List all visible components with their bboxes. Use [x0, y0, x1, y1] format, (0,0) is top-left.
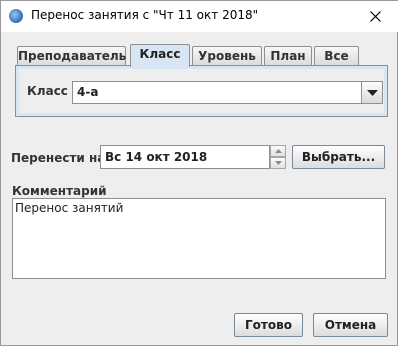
date-field[interactable]: Вс 14 окт 2018 [100, 145, 270, 169]
choose-date-button[interactable]: Выбрать... [292, 145, 385, 169]
comment-text: Перенос занятий [15, 201, 124, 215]
comment-label: Комментарий [12, 184, 107, 198]
comment-textarea[interactable]: Перенос занятий [12, 198, 386, 279]
tab-level[interactable]: Уровень [192, 46, 262, 66]
window-title: Перенос занятия с "Чт 11 окт 2018" [31, 8, 259, 22]
tab-class[interactable]: Класс [130, 44, 190, 67]
chevron-down-icon [367, 90, 378, 96]
triangle-up-icon [275, 149, 282, 153]
date-increment-button[interactable] [270, 145, 286, 157]
date-decrement-button[interactable] [270, 157, 286, 169]
close-button[interactable] [353, 1, 399, 32]
date-spinner [270, 145, 286, 169]
class-label: Класс [27, 84, 68, 98]
class-select[interactable]: 4-а [72, 81, 383, 104]
reschedule-label: Перенести на [11, 151, 106, 165]
date-field-value: Вс 14 окт 2018 [105, 150, 208, 164]
tab-plan[interactable]: План [264, 46, 312, 66]
cancel-button[interactable]: Отмена [313, 313, 388, 337]
title-bar[interactable]: Перенос занятия с "Чт 11 окт 2018" [1, 1, 399, 32]
calendar-globe-icon [9, 9, 23, 23]
reschedule-dialog: Перенос занятия с "Чт 11 окт 2018" Препо… [0, 0, 399, 346]
class-select-value: 4-а [77, 85, 99, 99]
ok-button[interactable]: Готово [234, 313, 303, 337]
dialog-content: Преподаватель Класс Уровень План Все Кла… [8, 32, 392, 340]
tab-all[interactable]: Все [314, 46, 359, 66]
close-icon [370, 11, 381, 22]
triangle-down-icon [275, 161, 282, 165]
class-tab-panel: Класс 4-а [15, 65, 388, 117]
tab-teacher[interactable]: Преподаватель [17, 46, 126, 66]
class-select-arrow-button[interactable] [361, 82, 382, 103]
